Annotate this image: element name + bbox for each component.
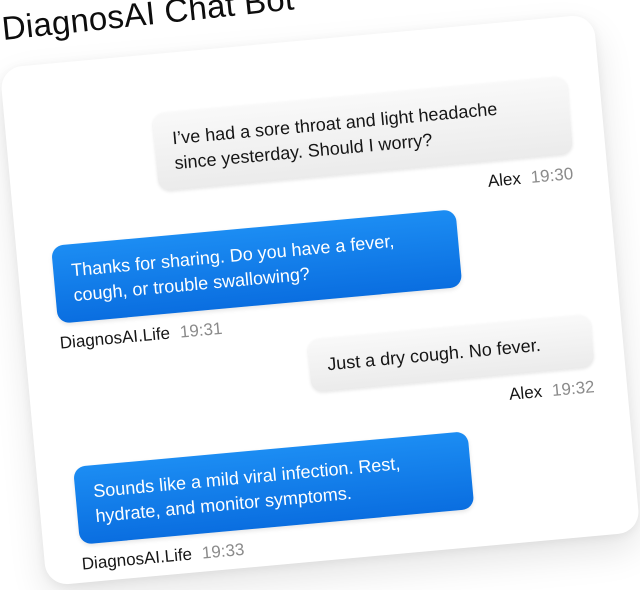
message-timestamp: 19:31 <box>179 318 224 342</box>
sender-name: Alex <box>508 381 543 404</box>
page-title: DiagnosAI Chat Bot <box>0 0 296 47</box>
screen: DiagnosAI Chat Bot I’ve had a sore throa… <box>0 0 640 590</box>
message-timestamp: 19:33 <box>201 539 246 563</box>
message-timestamp: 19:30 <box>529 164 574 187</box>
message-timestamp: 19:32 <box>551 377 596 400</box>
sender-name: Alex <box>486 168 522 191</box>
